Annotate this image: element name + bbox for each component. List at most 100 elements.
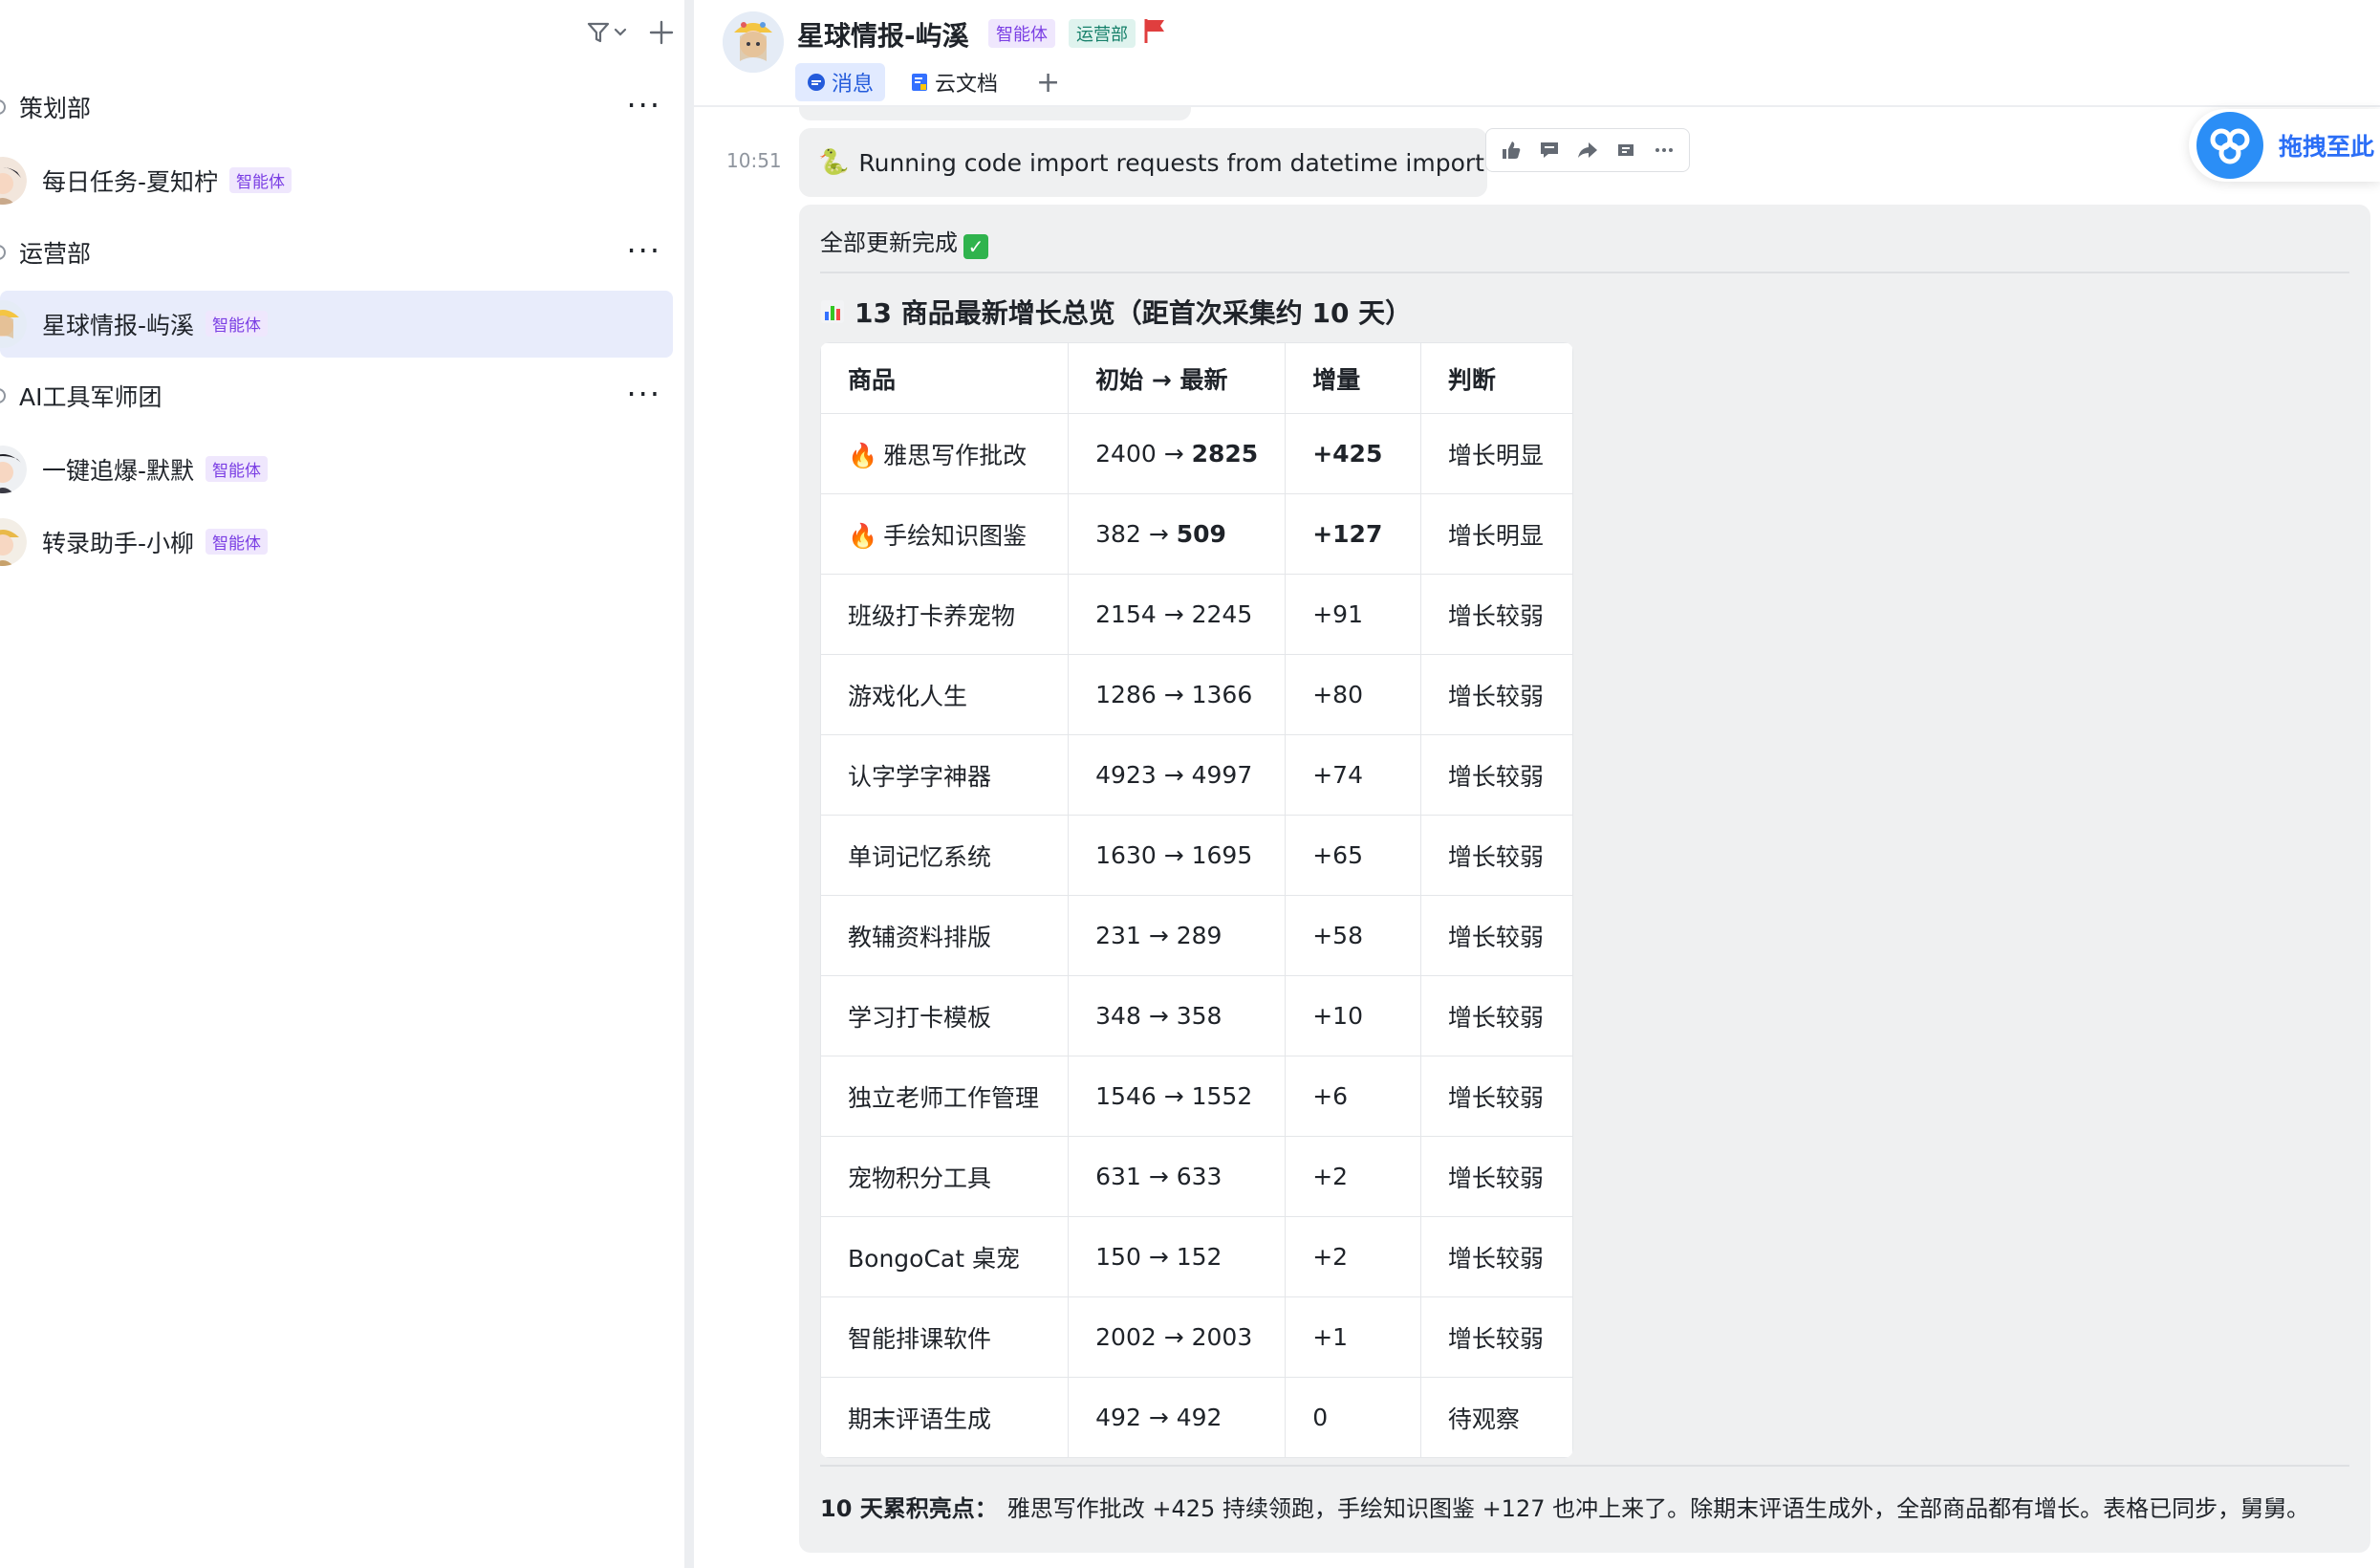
verdict-cell: 增长较弱: [1419, 654, 1573, 735]
arrow-right-icon: →: [1140, 520, 1177, 548]
verdict-cell: 增长较弱: [1419, 895, 1573, 976]
delta-cell: +58: [1285, 895, 1421, 976]
start-value: 150: [1095, 1243, 1141, 1271]
product-cell: 教辅资料排版: [820, 895, 1070, 976]
flag-icon[interactable]: [1143, 17, 1166, 44]
more-icon[interactable]: ···: [626, 379, 661, 409]
verdict-cell: 增长较弱: [1419, 1136, 1573, 1217]
verdict-cell: 增长较弱: [1419, 1216, 1573, 1297]
arrow-right-icon: →: [1140, 1243, 1177, 1271]
range-cell: 1630 → 1695: [1068, 815, 1287, 896]
summary-line: 10 天累积亮点： 雅思写作批改 +425 持续领跑，手绘知识图鉴 +127 也冲…: [820, 1490, 2309, 1523]
chat-header: 星球情报-屿溪 智能体 运营部 消息 云文档 +: [694, 0, 2380, 107]
tab-messages[interactable]: 消息: [795, 63, 886, 101]
range-cell: 4923 → 4997: [1068, 734, 1287, 816]
more-icon[interactable]: ···: [626, 235, 661, 266]
start-value: 382: [1095, 520, 1141, 548]
add-chat-button[interactable]: [648, 19, 675, 46]
comment-icon: [1541, 142, 1558, 158]
filter-button[interactable]: [585, 20, 627, 45]
sidebar-item[interactable]: 转录助手-小柳 智能体: [0, 509, 673, 576]
verdict-cell: 增长较弱: [1419, 574, 1573, 655]
table-row: 单词记忆系统 1630 → 1695 +65 增长较弱: [820, 815, 1573, 896]
arrow-right-icon: →: [1156, 600, 1192, 628]
status-line: 全部更新完成 ✓: [820, 224, 988, 259]
tab-label: 消息: [832, 73, 875, 97]
plus-icon: [649, 20, 674, 45]
message-timestamp: 10:51: [726, 149, 782, 172]
add-tab-button[interactable]: +: [1036, 66, 1060, 99]
latest-value: 358: [1176, 1002, 1222, 1030]
department-badge: 运营部: [1069, 19, 1136, 48]
column-header: 判断: [1419, 342, 1573, 414]
range-cell: 1546 → 1552: [1068, 1056, 1287, 1137]
table-row: 游戏化人生 1286 → 1366 +80 增长较弱: [820, 654, 1573, 735]
range-cell: 2154 → 2245: [1068, 574, 1287, 655]
product-cell: 单词记忆系统: [820, 815, 1070, 896]
more-icon[interactable]: ···: [626, 90, 661, 120]
latest-value: 1552: [1191, 1082, 1253, 1110]
result-message: 全部更新完成 ✓ 13 商品最新增长总览（距首次采集约 10 天） 商品 初始 →…: [799, 205, 2370, 1553]
product-name: 认字学字神器: [848, 762, 992, 791]
sidebar-item-label: 转录助手-小柳: [42, 530, 195, 557]
column-header: 增量: [1285, 342, 1421, 414]
summary-label: 10 天累积亮点：: [820, 1495, 998, 1522]
range-cell: 2002 → 2003: [1068, 1296, 1287, 1378]
product-cell: 宠物积分工具: [820, 1136, 1070, 1217]
forward-button[interactable]: [1571, 134, 1604, 166]
drag-drop-widget[interactable]: 拖拽至此: [2189, 109, 2380, 182]
more-actions-button[interactable]: [1648, 134, 1680, 166]
bar-chart-icon: [821, 300, 844, 323]
delta-cell: +80: [1285, 654, 1421, 735]
table-row: 独立老师工作管理 1546 → 1552 +6 增长较弱: [820, 1056, 1573, 1137]
product-name: 智能排课软件: [848, 1324, 992, 1353]
product-name: 班级打卡养宠物: [848, 601, 1016, 630]
delta-cell: +10: [1285, 975, 1421, 1056]
group-header[interactable]: 策划部 ···: [0, 78, 684, 136]
arrow-right-icon: →: [1156, 841, 1192, 869]
avatar: [0, 446, 27, 493]
tab-cloud-docs[interactable]: 云文档: [898, 63, 1009, 101]
sidebar-item[interactable]: 一键追爆-默默 智能体: [0, 436, 673, 503]
group-toggle-icon: [0, 245, 6, 260]
product-cell: 期末评语生成: [820, 1377, 1070, 1458]
latest-value: 509: [1176, 520, 1226, 548]
pane-divider[interactable]: [684, 0, 694, 1568]
growth-table: 商品 初始 → 最新 增量 判断 🔥 雅思写作批改 2400 → 2825 +425 增…: [820, 342, 1573, 1458]
arrow-right-icon: →: [1156, 761, 1192, 789]
product-cell: 学习打卡模板: [820, 975, 1070, 1056]
latest-value: 2825: [1191, 440, 1259, 468]
latest-value: 492: [1176, 1404, 1222, 1431]
drag-drop-label: 拖拽至此: [2279, 133, 2375, 161]
latest-value: 1366: [1191, 681, 1253, 708]
summary-text: 雅思写作批改 +425 持续领跑，手绘知识图鉴 +127 也冲上来了。除期末评语…: [1006, 1495, 2310, 1522]
latest-value: 633: [1176, 1163, 1222, 1190]
delta-cell: +127: [1285, 493, 1421, 575]
verdict-cell: 增长较弱: [1419, 734, 1573, 816]
arrow-right-icon: →: [1156, 440, 1192, 468]
group-header[interactable]: 运营部 ···: [0, 224, 684, 281]
verdict-cell: 增长较弱: [1419, 975, 1573, 1056]
fire-icon: 🔥: [848, 521, 878, 550]
product-cell: 认字学字神器: [820, 734, 1070, 816]
previous-message-bubble: [799, 107, 1191, 120]
group-header[interactable]: AI工具军师团 ···: [0, 367, 684, 425]
sidebar-item-label: 一键追爆-默默: [42, 457, 195, 485]
arrow-right-icon: →: [1140, 1163, 1177, 1190]
table-row: 智能排课软件 2002 → 2003 +1 增长较弱: [820, 1296, 1573, 1378]
verdict-cell: 增长较弱: [1419, 815, 1573, 896]
code-run-message[interactable]: 🐍 Running code import requests from date…: [799, 128, 1515, 197]
sidebar-item[interactable]: 每日任务-夏知柠 智能体: [0, 147, 673, 214]
ai-badge: 智能体: [206, 456, 269, 482]
range-cell: 2400 → 2825: [1068, 413, 1287, 494]
cloud-drive-icon: [2196, 112, 2263, 179]
forward-icon: [1578, 142, 1597, 158]
sidebar-item-active[interactable]: 星球情报-屿溪 智能体: [0, 291, 673, 358]
pin-button[interactable]: [1610, 134, 1642, 166]
thumbs-up-button[interactable]: [1495, 134, 1527, 166]
product-cell: 独立老师工作管理: [820, 1056, 1070, 1137]
table-row: 教辅资料排版 231 → 289 +58 增长较弱: [820, 895, 1573, 976]
avatar[interactable]: [723, 11, 784, 73]
comment-button[interactable]: [1533, 134, 1566, 166]
check-icon: ✓: [963, 234, 988, 259]
